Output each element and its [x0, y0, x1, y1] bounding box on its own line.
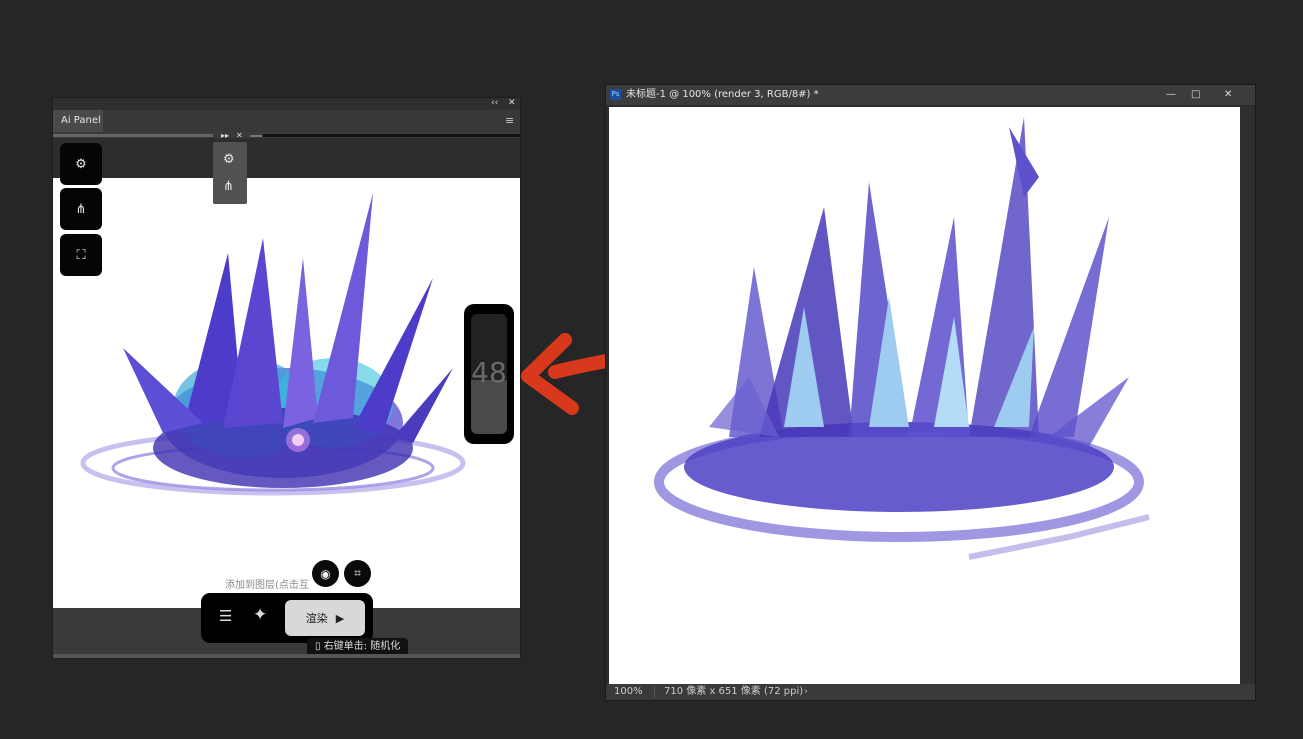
document-info[interactable]: 710 像素 x 651 像素 (72 ppi)	[664, 684, 803, 700]
add-to-layer-hint[interactable]: 添加到图层(点击互	[225, 576, 309, 591]
document-titlebar: Ps 未标题-1 @ 100% (render 3, RGB/8#) * — □…	[606, 85, 1255, 105]
status-divider	[654, 686, 655, 698]
target-icon: ◉	[320, 566, 331, 581]
panel-menu-icon[interactable]: ≡	[505, 114, 514, 127]
splitter	[250, 135, 262, 137]
strength-slider[interactable]: 48	[464, 304, 514, 444]
workflow-button[interactable]: ⋔	[60, 188, 102, 230]
panel-header-bar: ‹‹ ✕	[53, 98, 520, 110]
hierarchy-icon: ⋔	[75, 201, 87, 217]
document-canvas[interactable]	[609, 107, 1240, 684]
slider-value: 48	[471, 356, 507, 389]
panel-body	[53, 138, 520, 178]
ps-app-icon: Ps	[610, 89, 621, 100]
hierarchy-icon[interactable]: ⋔	[223, 180, 234, 193]
fullscreen-button[interactable]: ⛶	[60, 234, 102, 276]
panel-scrollbar[interactable]	[53, 654, 520, 658]
target-button[interactable]: ◉	[312, 560, 339, 587]
minimize-button[interactable]: —	[1166, 85, 1176, 105]
menu-lines-icon[interactable]: ☰	[219, 607, 232, 625]
chevron-right-icon[interactable]: ›	[804, 684, 808, 700]
document-window: Ps 未标题-1 @ 100% (render 3, RGB/8#) * — □…	[605, 84, 1256, 701]
mouse-icon: ▯	[315, 641, 324, 652]
zoom-level[interactable]: 100%	[614, 684, 643, 700]
maximize-button[interactable]: □	[1191, 85, 1200, 105]
gear-icon[interactable]: ⚙	[223, 153, 235, 166]
gear-icon: ⚙	[75, 156, 87, 172]
status-bar: 100% 710 像素 x 651 像素 (72 ppi) ›	[606, 684, 1255, 700]
sparkle-icon[interactable]: ✦	[253, 605, 267, 625]
crop-button[interactable]: ⌗	[344, 560, 371, 587]
floating-mini-toolbar: ⚙ ⋔	[213, 142, 247, 204]
play-icon: ▶	[335, 611, 345, 625]
panel-progress-bar	[53, 134, 213, 137]
tab-ai-panel[interactable]: Ai Panel	[53, 110, 103, 132]
explosion-artwork	[80, 193, 466, 496]
panel-divider	[263, 134, 520, 137]
generated-image-preview	[53, 178, 520, 608]
close-button[interactable]: ✕	[1224, 85, 1232, 105]
fullscreen-icon: ⛶	[76, 247, 86, 263]
bottom-toolbar: ☰ ✦ 渲染 ▶	[201, 593, 373, 643]
generate-button[interactable]: 渲染 ▶	[285, 600, 365, 636]
close-icon[interactable]: ✕	[508, 98, 516, 108]
sketch-artwork	[654, 117, 1150, 560]
generate-label: 渲染	[305, 612, 328, 625]
settings-button[interactable]: ⚙	[60, 143, 102, 185]
panel-tab-bar	[53, 110, 520, 132]
vertical-scrollbar[interactable]	[1240, 107, 1253, 684]
document-title: 未标题-1 @ 100% (render 3, RGB/8#) *	[626, 89, 819, 100]
ai-panel: ‹‹ ✕ Ai Panel ≡ ▸▸ ✕ ⚙ ⋔ ⛶ ⚙ ⋔ 48 添加到图层(…	[52, 97, 521, 659]
collapse-icon[interactable]: ‹‹	[491, 98, 498, 108]
tooltip-text: 右键单击: 随机化	[323, 641, 401, 652]
crop-icon: ⌗	[354, 566, 361, 580]
